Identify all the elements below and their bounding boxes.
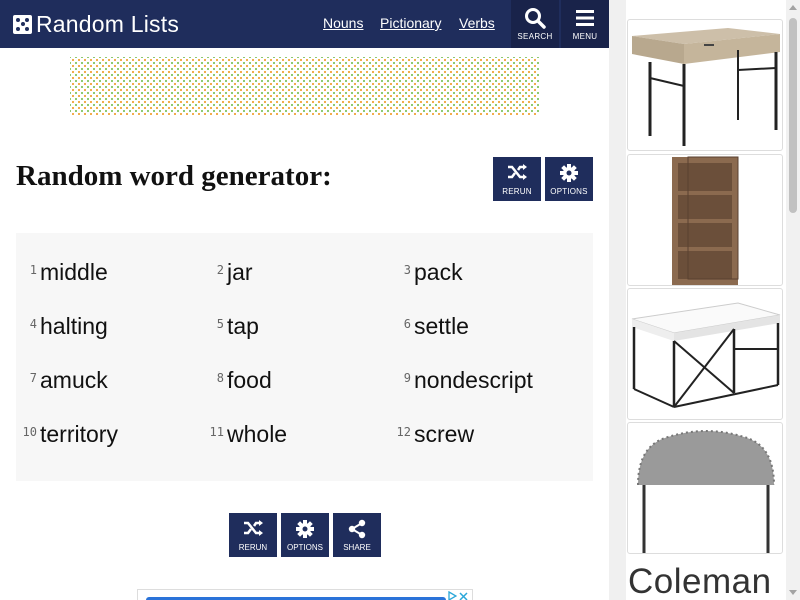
result-number: 4: [29, 317, 37, 331]
logo-text: Random Lists: [36, 10, 180, 37]
shuffle-icon: [244, 520, 263, 536]
results-panel: 1 middle 2 jar 3 pack 4 halting 5 tap 6 …: [16, 233, 593, 481]
result-number: 11: [209, 425, 224, 439]
page-title: Random word generator:: [16, 160, 332, 192]
result-number: 7: [29, 371, 37, 385]
gear-icon: [296, 520, 314, 538]
bookcase-illustration: [672, 156, 739, 285]
options-label: OPTIONS: [550, 187, 588, 196]
result-number: 1: [29, 263, 37, 277]
page-scrollbar[interactable]: [786, 0, 800, 600]
options-button-top[interactable]: OPTIONS: [545, 157, 593, 201]
search-icon: [525, 8, 546, 29]
dice-icon: [13, 14, 32, 34]
top-banner-ad[interactable]: [70, 57, 539, 116]
result-number: 8: [216, 371, 224, 385]
desk-illustration: [632, 28, 780, 146]
ad-choices[interactable]: [447, 591, 468, 600]
result-number: 6: [403, 317, 411, 331]
bottom-banner-ad[interactable]: [137, 589, 473, 600]
result-word: settle: [414, 313, 469, 339]
result-word: middle: [40, 259, 108, 285]
share-button[interactable]: SHARE: [333, 513, 381, 557]
scroll-up-arrow-icon[interactable]: [789, 5, 797, 10]
result-number: 10: [22, 425, 37, 439]
coleman-brand[interactable]: Coleman: [628, 562, 772, 600]
adchoices-icon: [448, 591, 457, 600]
menu-button[interactable]: MENU: [561, 0, 609, 48]
share-label: SHARE: [343, 543, 371, 552]
site-header: Random Lists Nouns Pictionary Verbs SEAR…: [0, 0, 609, 48]
rerun-button-bottom[interactable]: RERUN: [229, 513, 277, 557]
options-label: OPTIONS: [286, 543, 323, 552]
search-button[interactable]: SEARCH: [511, 0, 559, 48]
site-logo[interactable]: Random Lists: [13, 9, 179, 39]
headboard-image[interactable]: [627, 422, 783, 554]
result-word: whole: [227, 421, 288, 447]
headboard-illustration: [637, 430, 775, 553]
result-number: 2: [216, 263, 224, 277]
result-word: nondescript: [414, 367, 533, 393]
desk-image[interactable]: [627, 19, 783, 151]
coffee-table-illustration: [631, 302, 781, 408]
shuffle-icon: [508, 164, 527, 180]
nav-link-pictionary[interactable]: Pictionary: [380, 15, 441, 31]
scroll-down-arrow-icon[interactable]: [789, 590, 797, 595]
result-word: amuck: [40, 367, 108, 393]
result-word: food: [227, 367, 272, 393]
result-number: 5: [216, 317, 224, 331]
rerun-label: RERUN: [238, 543, 268, 552]
gear-icon: [560, 164, 578, 182]
sidebar-gutter: [609, 0, 626, 600]
hamburger-icon: [576, 10, 594, 26]
result-number: 3: [403, 263, 411, 277]
menu-label: MENU: [572, 32, 598, 41]
nav-link-verbs[interactable]: Verbs: [459, 15, 495, 31]
search-label: SEARCH: [517, 32, 553, 41]
scrollbar-thumb[interactable]: [789, 18, 797, 213]
close-icon: [459, 591, 468, 600]
bookcase-image[interactable]: [627, 154, 783, 286]
result-number: 9: [403, 371, 411, 385]
rerun-button-top[interactable]: RERUN: [493, 157, 541, 201]
nav-link-nouns[interactable]: Nouns: [323, 15, 363, 31]
options-button-bottom[interactable]: OPTIONS: [281, 513, 329, 557]
result-word: territory: [40, 421, 118, 447]
result-word: jar: [227, 259, 253, 285]
result-number: 12: [396, 425, 411, 439]
result-word: screw: [414, 421, 475, 447]
result-word: tap: [227, 313, 259, 339]
result-word: halting: [40, 313, 108, 339]
result-word: pack: [414, 259, 463, 285]
share-icon: [348, 519, 366, 539]
coffee-table-image[interactable]: [627, 288, 783, 420]
rerun-label: RERUN: [502, 187, 532, 196]
